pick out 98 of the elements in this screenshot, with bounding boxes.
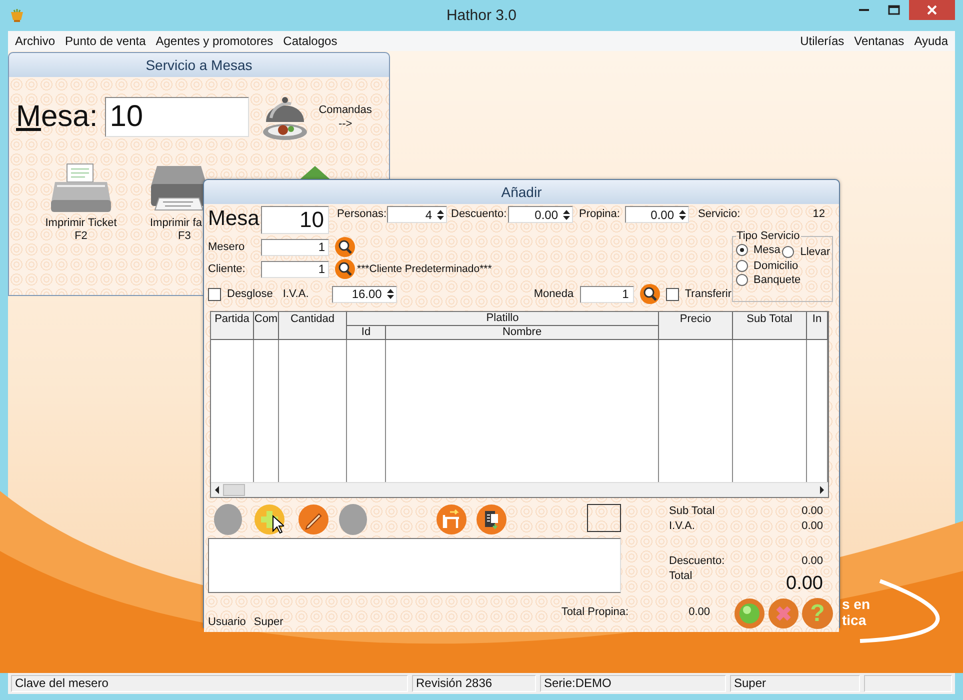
field-label: Moneda xyxy=(534,287,575,302)
column-header[interactable]: Sub Total xyxy=(733,312,807,340)
mouse-cursor-icon xyxy=(272,515,284,534)
window-title: Hathor 3.0 xyxy=(445,7,518,24)
tip-value: 0.00 xyxy=(688,606,710,618)
column-header[interactable]: In xyxy=(807,312,828,340)
client-name: ***Cliente Predeterminado*** xyxy=(357,263,492,275)
field-label: Cliente: xyxy=(208,262,246,277)
logo-text: s en xyxy=(842,596,870,612)
radio-label: Llevar xyxy=(800,246,830,258)
radio-button[interactable] xyxy=(736,244,748,256)
checkbox-label: Transferir xyxy=(684,288,732,300)
field-label: I.V.A. xyxy=(282,287,310,302)
shortcut-key: F3 xyxy=(178,230,191,243)
user-label: Usuario xyxy=(208,616,246,628)
app-cup-icon xyxy=(9,8,25,24)
close-button[interactable] xyxy=(909,0,955,20)
column-header[interactable]: Platillo xyxy=(347,312,659,326)
field-label: Mesero xyxy=(208,240,246,255)
logo-text: tica xyxy=(842,612,868,628)
status-panel: Clave del mesero xyxy=(11,675,408,692)
column-header[interactable]: Nombre xyxy=(386,326,659,340)
close-icon xyxy=(926,4,938,16)
empty-frame xyxy=(586,504,622,532)
moneda-field[interactable]: 1 xyxy=(580,286,634,302)
shortcut-key: F2 xyxy=(74,230,88,243)
total-value: 0.00 xyxy=(786,574,823,594)
window-title: Añadir xyxy=(204,180,839,204)
radio-button[interactable] xyxy=(782,246,794,258)
notes-field[interactable] xyxy=(208,538,621,593)
column-header[interactable]: Precio xyxy=(659,312,733,340)
column-header[interactable]: Com xyxy=(254,312,279,340)
menu-item[interactable]: Utilerías xyxy=(795,34,850,48)
spin-box[interactable]: 4 xyxy=(387,206,447,223)
status-panel: Revisión 2836 xyxy=(412,675,536,692)
checkbox-label: Desglose xyxy=(227,288,273,300)
search-button[interactable] xyxy=(640,284,660,304)
horizontal-scrollbar[interactable] xyxy=(211,482,828,497)
comandas-link[interactable]: Comandas xyxy=(318,103,372,117)
radio-label: Banquete xyxy=(754,274,801,286)
user-value: Super xyxy=(254,616,284,628)
field-label: Servicio: xyxy=(698,207,740,222)
document-button[interactable] xyxy=(476,504,507,535)
menu-item[interactable]: Archivo xyxy=(10,34,60,48)
action-label: Imprimir fa xyxy=(150,217,202,230)
radio-label: Domicilio xyxy=(754,260,798,272)
cancel-button[interactable] xyxy=(768,598,799,629)
mesa-label: Mesa xyxy=(208,206,260,232)
total-value: 0.00 xyxy=(802,519,823,534)
menu-item[interactable]: Ventanas xyxy=(849,34,910,48)
tip-label: Total Propina: xyxy=(561,606,629,618)
menu-item[interactable]: Ayuda xyxy=(909,34,953,48)
checkbox[interactable] xyxy=(666,288,679,300)
mesero-field[interactable]: 1 xyxy=(261,238,329,256)
field-label: Personas: xyxy=(337,207,387,222)
field-label: Descuento: xyxy=(451,207,508,222)
total-label: I.V.A. xyxy=(669,519,695,534)
ticket-printer-icon xyxy=(49,162,113,214)
comandas-link[interactable]: --> xyxy=(318,117,372,131)
menu-item[interactable]: Agentes y promotores xyxy=(150,34,278,48)
mesa-field[interactable]: 10 xyxy=(261,206,329,234)
column-header[interactable]: Cantidad xyxy=(279,312,347,340)
spin-box[interactable]: 0.00 xyxy=(508,206,573,223)
window-title: Servicio a Mesas xyxy=(9,53,389,77)
column-header[interactable]: Partida xyxy=(211,312,254,340)
spin-box[interactable]: 16.00 xyxy=(332,286,397,302)
right-arrow-icon xyxy=(819,486,825,494)
spin-box[interactable]: 0.00 xyxy=(625,206,689,223)
radio-button[interactable] xyxy=(736,274,748,286)
status-panel: Serie:DEMO xyxy=(540,675,726,692)
field-label: Propina: xyxy=(579,207,621,222)
move-table-button[interactable] xyxy=(436,504,467,535)
servicio-value: 12 xyxy=(812,207,825,222)
menu-item[interactable]: Punto de venta xyxy=(60,34,151,48)
radio-button[interactable] xyxy=(736,260,748,272)
mesa-field[interactable]: 10 xyxy=(104,97,249,137)
left-arrow-icon xyxy=(214,486,220,494)
mesa-label: Mesa: xyxy=(16,100,98,134)
total-value: 0.00 xyxy=(802,504,823,519)
total-label: Descuento: xyxy=(669,554,725,569)
accept-button[interactable] xyxy=(734,598,765,629)
checkbox[interactable] xyxy=(208,288,221,300)
menu-item[interactable]: Catalogos xyxy=(278,34,342,48)
column-header[interactable]: Id xyxy=(347,326,386,340)
total-label: Total xyxy=(669,569,692,584)
scroll-thumb[interactable] xyxy=(223,484,245,496)
edit-button[interactable] xyxy=(298,504,329,535)
radio-label: Mesa xyxy=(754,244,780,256)
group-title: Tipo Servicio xyxy=(736,230,801,242)
maximize-icon xyxy=(888,5,900,15)
minimize-icon xyxy=(859,9,869,11)
cliente-field[interactable]: 1 xyxy=(261,260,329,278)
action-label: Imprimir Ticket xyxy=(45,217,117,230)
search-button[interactable] xyxy=(335,237,355,257)
search-button[interactable] xyxy=(335,259,355,279)
total-label: Sub Total xyxy=(669,504,715,519)
total-value: 0.00 xyxy=(802,554,823,569)
status-panel: Super xyxy=(730,675,860,692)
